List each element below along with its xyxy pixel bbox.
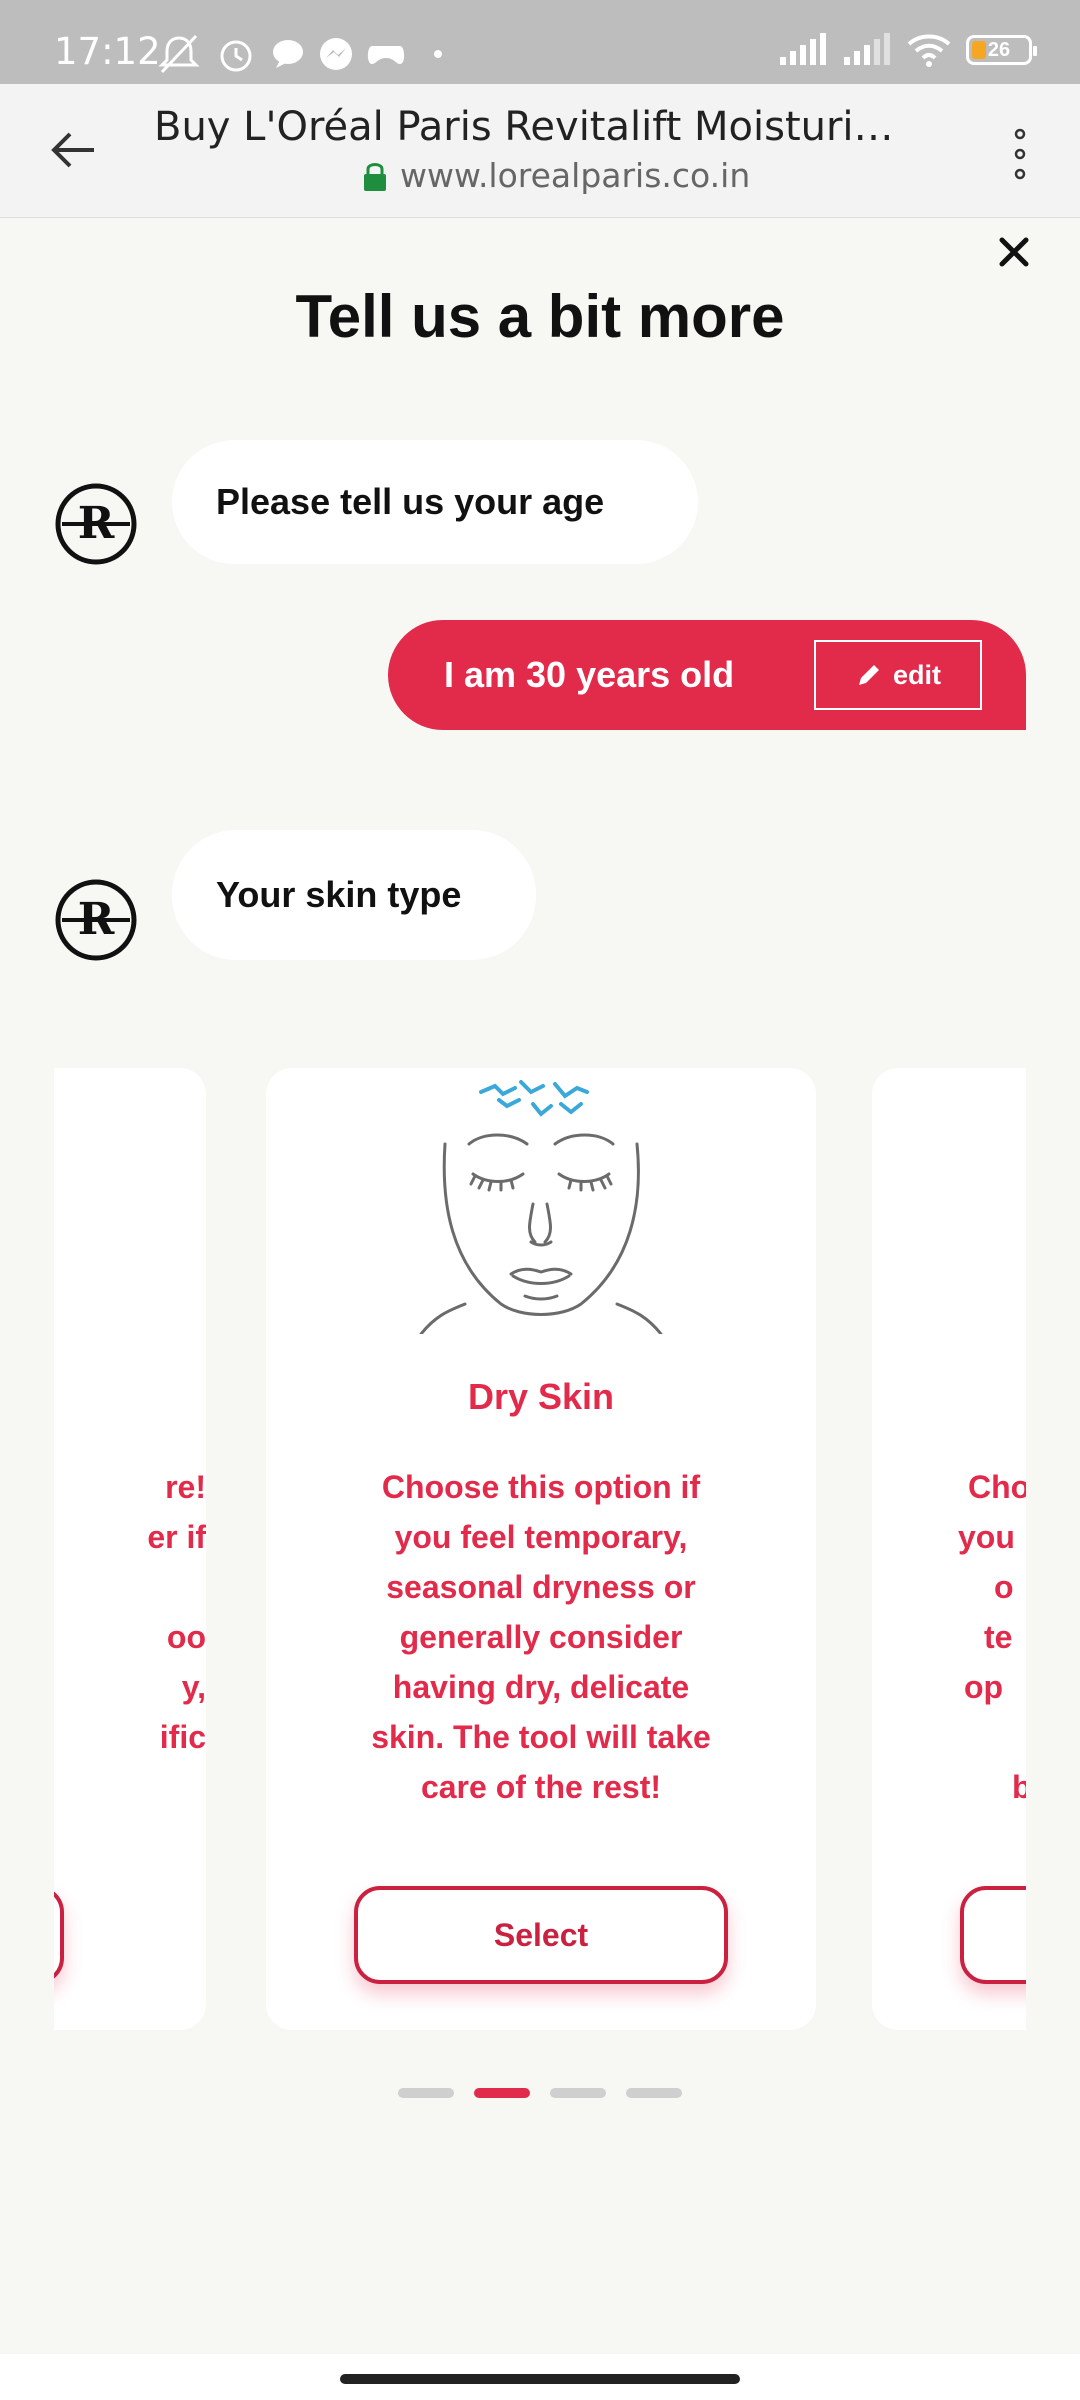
next-line: Cho	[968, 1469, 1026, 1505]
next-line: te	[984, 1619, 1013, 1655]
carousel-pagination	[0, 2088, 1080, 2098]
gamepad-icon	[367, 46, 405, 64]
svg-text:R: R	[78, 498, 115, 549]
more-options-icon[interactable]	[1000, 124, 1040, 184]
battery-level: 26	[987, 38, 1011, 61]
dry-skin-face-illustration	[419, 1080, 663, 1334]
pencil-icon	[858, 665, 879, 685]
age-question-text: Please tell us your age	[216, 481, 605, 522]
prev-line: ific	[159, 1719, 206, 1755]
prev-line: oo	[166, 1619, 206, 1655]
prev-line: y,	[181, 1669, 206, 1705]
next-line: op	[964, 1669, 1004, 1705]
next-line: you	[958, 1519, 1015, 1555]
prev-select-button[interactable]	[54, 1886, 64, 1984]
url-bar[interactable]: www.lorealparis.co.in	[362, 156, 750, 195]
edit-label: edit	[892, 659, 941, 690]
messenger-icon	[320, 38, 352, 70]
page-heading: Tell us a bit more	[295, 283, 785, 350]
card-description: Choose this option if you feel temporary…	[371, 1469, 711, 1805]
prev-line: re!	[165, 1469, 206, 1505]
select-button[interactable]: Select	[354, 1886, 728, 1984]
chat-bubble-age-question: Please tell us your age	[172, 440, 698, 564]
prev-line: er if	[147, 1519, 206, 1555]
loreal-avatar-icon: R	[55, 483, 137, 565]
battery-icon: 26	[966, 35, 1037, 65]
home-indicator[interactable]	[340, 2374, 740, 2384]
lock-icon	[364, 162, 386, 191]
pagination-dot[interactable]	[550, 2088, 606, 2098]
alarm-icon	[220, 40, 252, 72]
svg-text:R: R	[78, 894, 115, 945]
next-select-button[interactable]	[960, 1886, 1026, 1984]
pagination-dot[interactable]	[398, 2088, 454, 2098]
prev-line	[54, 1562, 206, 1612]
skin-type-card-prev[interactable]: re! er if oo y, ific	[54, 1068, 206, 2030]
wifi-icon	[907, 34, 951, 67]
prev-card-description: re! er if oo y, ific	[54, 1462, 206, 1762]
skin-type-card-dry[interactable]: Dry Skin Choose this option if you feel …	[266, 1068, 816, 2030]
status-right: 26	[778, 30, 1037, 70]
signal-2-icon	[844, 33, 890, 65]
browser-toolbar: Buy L'Oréal Paris Revitalift Moisturizi.…	[0, 84, 1080, 218]
edit-button[interactable]: edit	[814, 640, 982, 710]
url-text: www.lorealparis.co.in	[400, 156, 751, 195]
status-bar: 17:12 26	[0, 0, 1080, 84]
signal-icon	[780, 33, 826, 65]
next-line: o	[994, 1569, 1014, 1605]
close-icon[interactable]	[994, 232, 1034, 272]
back-arrow-icon[interactable]	[44, 120, 104, 180]
loreal-avatar-icon: R	[55, 879, 137, 961]
next-line: b	[1012, 1769, 1026, 1805]
page-title[interactable]: Buy L'Oréal Paris Revitalift Moisturizi.…	[154, 104, 914, 150]
chat-icon	[273, 40, 303, 68]
age-answer-text: I am 30 years old	[444, 654, 735, 695]
chat-bubble-age-answer: I am 30 years old edit	[388, 620, 1026, 730]
next-card-description: Cho you o te op b	[872, 1462, 1026, 1812]
pagination-dot[interactable]	[626, 2088, 682, 2098]
dot-icon	[434, 50, 442, 58]
pagination-dot-active[interactable]	[474, 2088, 530, 2098]
skin-type-carousel[interactable]: re! er if oo y, ific Dry Skin Choose thi…	[54, 1068, 1026, 2030]
skin-type-card-next[interactable]: Cho you o te op b	[872, 1068, 1026, 2030]
status-time: 17:12	[54, 30, 161, 73]
skin-question-text: Your skin type	[216, 874, 462, 915]
mute-notifications-icon	[158, 34, 200, 74]
next-line	[968, 1712, 1026, 1762]
chat-bubble-skin-question: Your skin type	[172, 830, 536, 960]
card-title: Dry Skin	[467, 1376, 615, 1417]
